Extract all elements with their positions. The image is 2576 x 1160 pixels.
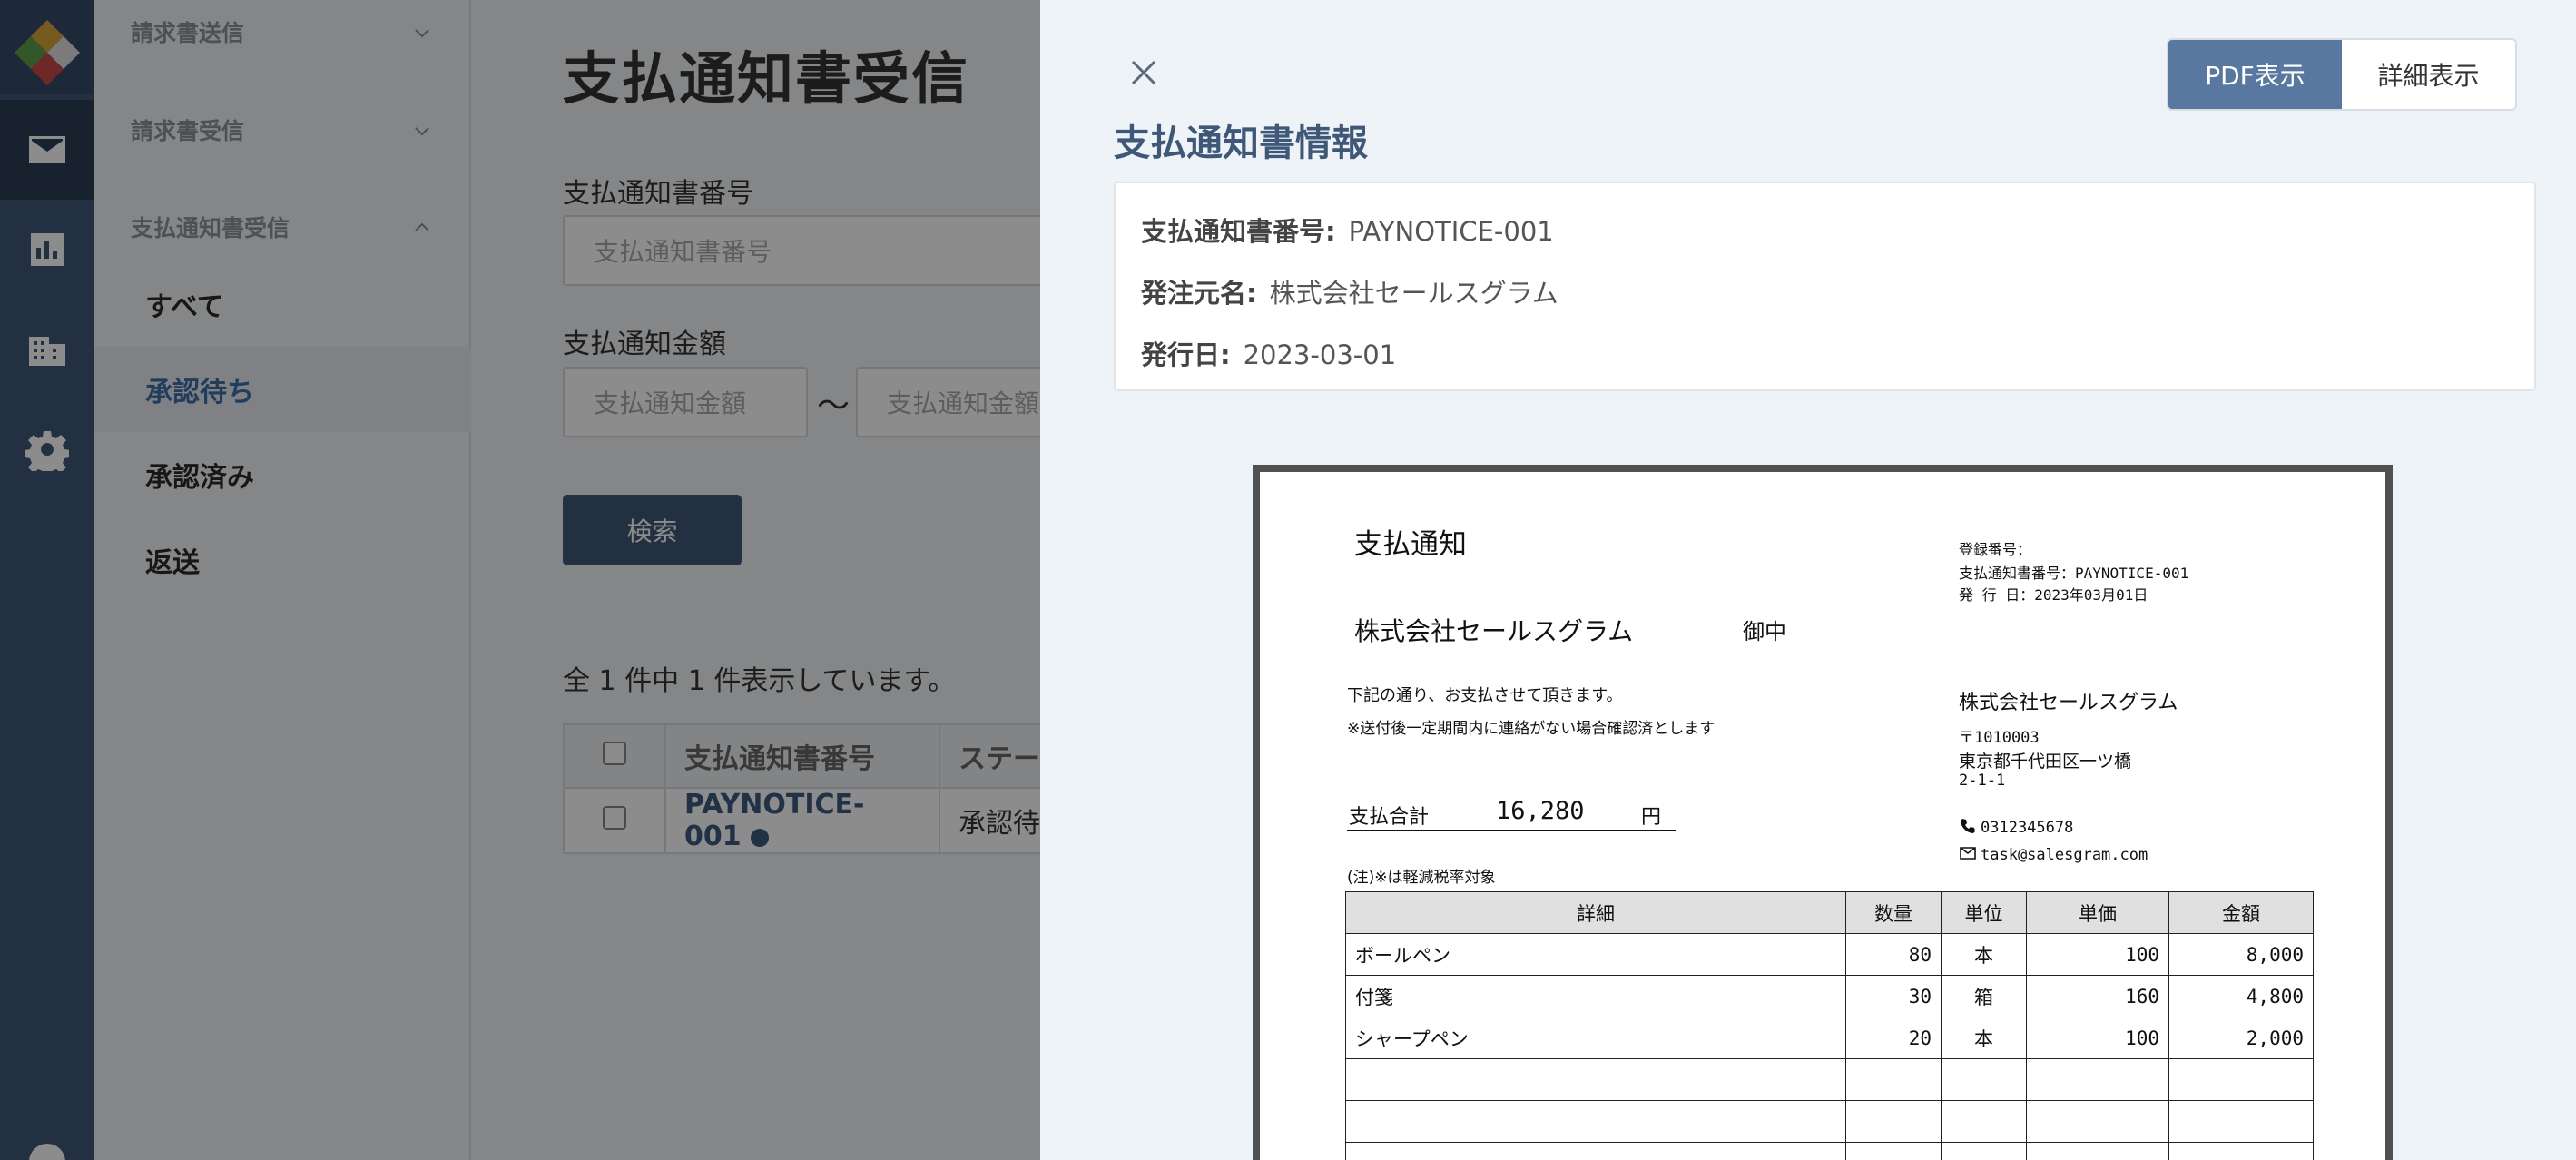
empty-cell	[1941, 1142, 2027, 1160]
info-buyer-label: 発注元名:	[1141, 278, 1257, 309]
pdf-line-amount: 4,800	[2168, 975, 2314, 1017]
pdf-col-detail: 詳細	[1345, 891, 1846, 934]
table-row	[1345, 1058, 2314, 1101]
info-date-row: 発行日: 2023-03-01	[1141, 334, 1396, 372]
pdf-note-2: ※送付後一定期間内に連絡がない場合確認済とします	[1347, 720, 1716, 738]
pdf-title: 支払通知	[1354, 528, 1467, 561]
empty-cell	[2168, 1100, 2314, 1143]
pdf-line-amount: 8,000	[2168, 933, 2314, 976]
pdf-note-1: 下記の通り、お支払させて頂きます。	[1347, 686, 1623, 705]
empty-cell	[1845, 1100, 1942, 1143]
empty-cell	[1941, 1100, 2027, 1143]
pdf-issue-date: 発 行 日：2023年03月01日	[1959, 586, 2148, 604]
pdf-total-yen: 円	[1641, 806, 1662, 829]
view-toggle: PDF表示 詳細表示	[2167, 38, 2517, 111]
pdf-reduced-note: (注)※は軽減税率対象	[1347, 869, 1496, 887]
pdf-issuer-addr2: 2-1-1	[1959, 772, 2006, 790]
empty-cell	[2026, 1100, 2169, 1143]
table-row: 付箋 30 箱 160 4,800	[1345, 975, 2314, 1017]
pdf-page: 支払通知 登録番号： 支払通知書番号：PAYNOTICE-001 発 行 日：2…	[1260, 472, 2385, 1160]
info-date-label: 発行日:	[1141, 339, 1231, 370]
info-number-value: PAYNOTICE-001	[1348, 216, 1554, 247]
pdf-issuer-tel: 0312345678	[1981, 819, 2074, 837]
pdf-issuer-mail-row: task@salesgram.com	[1959, 844, 2148, 864]
pdf-col-amount: 金額	[2168, 891, 2314, 934]
pdf-total-value: 16,280	[1496, 797, 1585, 825]
pdf-line-qty: 20	[1845, 1017, 1942, 1059]
pdf-line-unit: 箱	[1941, 975, 2027, 1017]
pdf-line-table: 詳細 数量 単位 単価 金額 ボールペン 80 本 100 8,000 付箋 3…	[1345, 891, 2314, 1160]
pdf-total: 支払合計 16,280 円	[1347, 793, 1676, 831]
info-buyer-value: 株式会社セールスグラム	[1269, 278, 1558, 309]
pdf-line-qty: 80	[1845, 933, 1942, 976]
pdf-issuer-name: 株式会社セールスグラム	[1959, 692, 2178, 714]
pdf-line-detail: ボールペン	[1345, 933, 1846, 976]
pdf-preview[interactable]: 支払通知 登録番号： 支払通知書番号：PAYNOTICE-001 発 行 日：2…	[1253, 465, 2393, 1160]
pdf-issuer-addr1: 東京都千代田区一ツ橋	[1959, 752, 2132, 772]
empty-cell	[1345, 1100, 1846, 1143]
close-button[interactable]	[1124, 53, 1164, 93]
pdf-line-price: 100	[2026, 1017, 2169, 1059]
pdf-line-unit: 本	[1941, 1017, 2027, 1059]
close-icon	[1131, 60, 1156, 85]
pdf-total-label: 支払合計	[1349, 806, 1430, 829]
pdf-line-unit: 本	[1941, 933, 2027, 976]
phone-icon	[1961, 819, 1975, 833]
detail-view-button[interactable]: 詳細表示	[2342, 40, 2515, 109]
empty-cell	[1845, 1142, 1942, 1160]
pdf-line-detail: 付箋	[1345, 975, 1846, 1017]
envelope-icon	[1960, 847, 1976, 860]
pdf-reg-no: 登録番号：	[1959, 541, 2032, 558]
empty-cell	[2026, 1142, 2169, 1160]
pdf-view-button[interactable]: PDF表示	[2168, 40, 2342, 109]
empty-cell	[1345, 1058, 1846, 1101]
pdf-issuer-zip: 〒1010003	[1959, 729, 2040, 747]
info-number-row: 支払通知書番号: PAYNOTICE-001	[1141, 211, 1554, 249]
table-row: ボールペン 80 本 100 8,000	[1345, 933, 2314, 976]
pdf-col-price: 単価	[2026, 891, 2169, 934]
detail-drawer: PDF表示 詳細表示 支払通知書情報 支払通知書番号: PAYNOTICE-001…	[1040, 0, 2576, 1160]
pdf-customer: 株式会社セールスグラム	[1354, 616, 1634, 646]
table-row: シャープペン 20 本 100 2,000	[1345, 1017, 2314, 1059]
empty-cell	[2168, 1058, 2314, 1101]
pdf-line-detail: シャープペン	[1345, 1017, 1846, 1059]
empty-cell	[2026, 1058, 2169, 1101]
empty-cell	[1845, 1058, 1942, 1101]
pdf-issuer-tel-row: 0312345678	[1959, 817, 2073, 837]
pdf-col-unit: 単位	[1941, 891, 2027, 934]
empty-cell	[2168, 1142, 2314, 1160]
drawer-title: 支払通知書情報	[1114, 123, 1368, 164]
empty-cell	[1345, 1142, 1846, 1160]
pdf-line-price: 100	[2026, 933, 2169, 976]
modal-overlay[interactable]	[0, 0, 1040, 1160]
pdf-line-qty: 30	[1845, 975, 1942, 1017]
pdf-line-amount: 2,000	[2168, 1017, 2314, 1059]
table-row	[1345, 1100, 2314, 1143]
table-row	[1345, 1142, 2314, 1160]
pdf-line-price: 160	[2026, 975, 2169, 1017]
info-date-value: 2023-03-01	[1243, 339, 1397, 370]
pdf-notice-no: 支払通知書番号：PAYNOTICE-001	[1959, 565, 2189, 582]
pdf-col-qty: 数量	[1845, 891, 1942, 934]
empty-cell	[1941, 1058, 2027, 1101]
pdf-honorific: 御中	[1743, 619, 1786, 644]
pdf-issuer-mail: task@salesgram.com	[1981, 846, 2148, 864]
pdf-table-header: 詳細 数量 単位 単価 金額	[1345, 891, 2314, 934]
info-buyer-row: 発注元名: 株式会社セールスグラム	[1141, 272, 1558, 310]
info-number-label: 支払通知書番号:	[1141, 216, 1336, 247]
info-box: 支払通知書番号: PAYNOTICE-001 発注元名: 株式会社セールスグラム 発…	[1114, 182, 2536, 391]
